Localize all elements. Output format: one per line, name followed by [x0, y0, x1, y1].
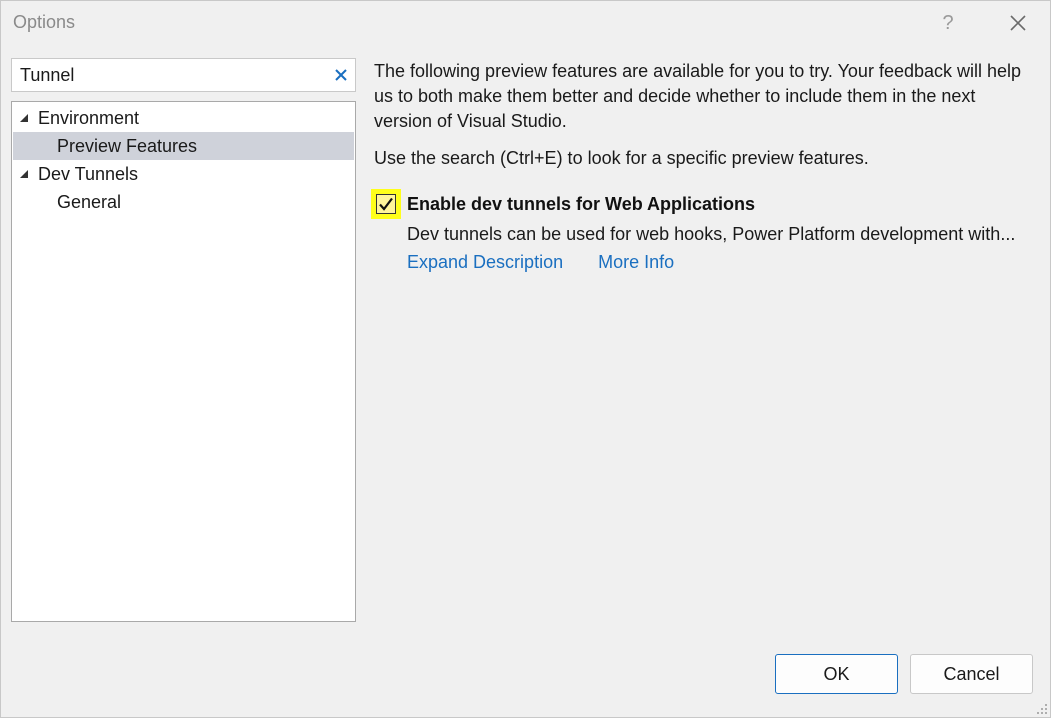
enable-dev-tunnels-checkbox[interactable] — [376, 194, 396, 214]
tree-item-dev-tunnels[interactable]: Dev Tunnels — [13, 160, 354, 188]
preview-features-panel: The following preview features are avail… — [374, 59, 1034, 171]
clear-search-button[interactable] — [332, 66, 350, 84]
tree-item-environment[interactable]: Environment — [13, 104, 354, 132]
search-box — [11, 58, 356, 92]
search-input[interactable] — [12, 59, 322, 91]
cancel-button[interactable]: Cancel — [910, 654, 1033, 694]
tree-item-general[interactable]: General — [13, 188, 354, 216]
expanded-arrow-icon[interactable] — [19, 113, 29, 123]
tree-item-preview-features[interactable]: Preview Features — [13, 132, 354, 160]
intro-text: The following preview features are avail… — [374, 61, 1022, 131]
options-dialog: Options ? Environment Pr — [0, 0, 1051, 718]
tree-item-label: Preview Features — [57, 135, 198, 156]
ok-button[interactable]: OK — [775, 654, 898, 694]
title-bar: Options ? — [1, 1, 1050, 45]
search-hint: Use the search (Ctrl+E) to look for a sp… — [374, 148, 869, 168]
tree-item-label: Dev Tunnels — [38, 163, 139, 184]
window-title: Options — [13, 12, 76, 32]
options-tree: Environment Preview Features Dev Tunnels… — [11, 101, 356, 622]
help-icon: ? — [942, 11, 954, 34]
expand-description-link[interactable]: Expand Description — [407, 252, 563, 272]
clear-icon — [335, 69, 347, 81]
more-info-link[interactable]: More Info — [598, 252, 674, 272]
expanded-arrow-icon[interactable] — [19, 169, 29, 179]
tree-item-label: Environment — [38, 107, 140, 128]
feature-title[interactable]: Enable dev tunnels for Web Applications — [407, 194, 755, 215]
resize-grip-icon[interactable] — [1036, 703, 1048, 715]
feature-links: Expand Description More Info — [407, 252, 674, 273]
feature-description: Dev tunnels can be used for web hooks, P… — [407, 224, 1016, 244]
checkmark-icon — [379, 197, 393, 211]
close-button[interactable] — [999, 7, 1037, 39]
feature-checkbox-highlight — [371, 189, 401, 219]
help-button[interactable]: ? — [931, 7, 965, 39]
tree-item-label: General — [57, 191, 122, 212]
close-icon — [1010, 15, 1026, 31]
